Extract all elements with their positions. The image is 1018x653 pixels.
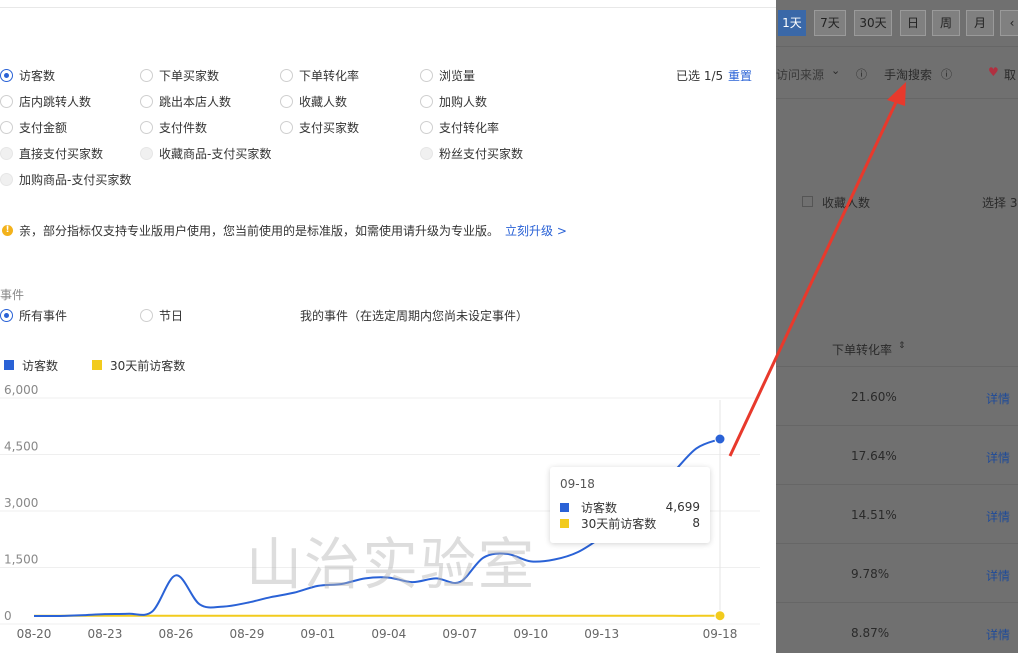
annotation-arrow <box>728 82 906 457</box>
